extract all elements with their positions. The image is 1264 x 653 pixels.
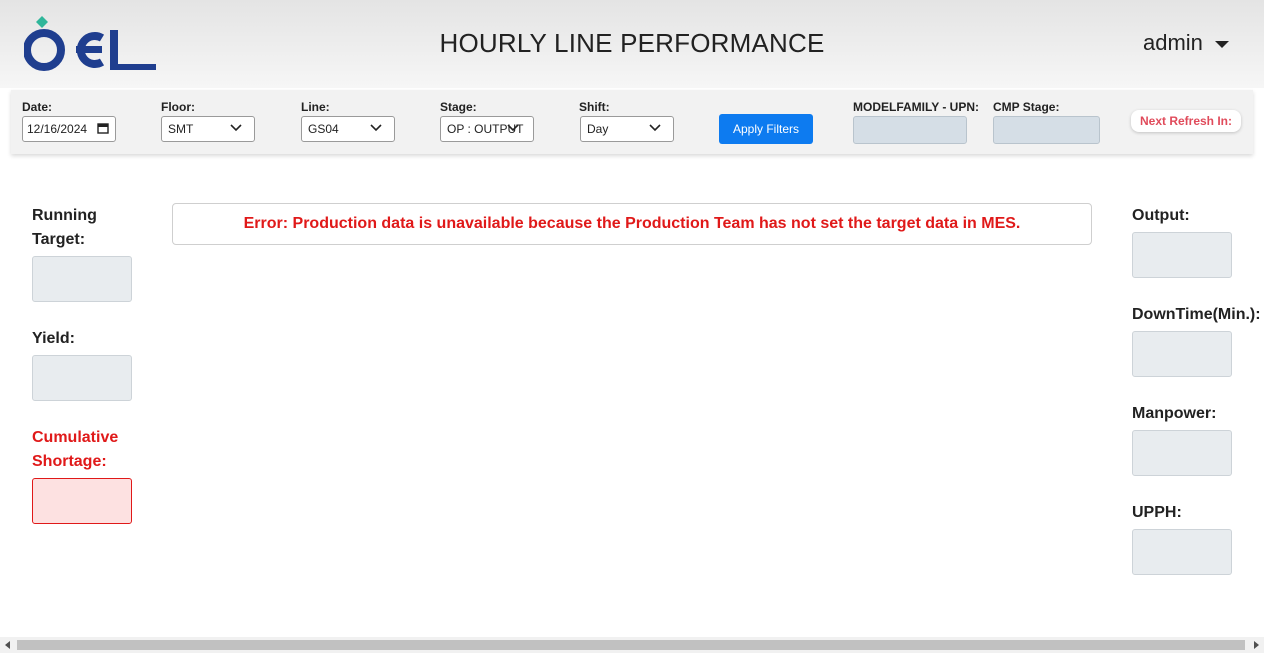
app-header: HOURLY LINE PERFORMANCE admin [0,0,1264,88]
line-select[interactable]: GS04 [301,116,395,142]
modelfamily-label: MODELFAMILY - UPN: [853,100,980,114]
shift-value: Day [587,122,609,136]
caret-down-icon [1214,40,1229,48]
scroll-left-icon[interactable] [5,641,10,649]
filter-bar: Date: 12/16/2024 Floor: SMT Line: GS04 S… [11,90,1253,154]
floor-label: Floor: [161,100,195,114]
date-label: Date: [22,100,53,114]
error-message: Error: Production data is unavailable be… [172,203,1092,245]
floor-value: SMT [168,122,194,136]
shift-label: Shift: [579,100,610,114]
cumulative-shortage-label: Cumulative Shortage: [32,429,119,470]
page-title: HOURLY LINE PERFORMANCE [439,28,825,58]
downtime-label: DownTime(Min.): [1132,306,1261,323]
running-target-label: Running Target: [32,207,97,248]
yield-value [32,355,132,401]
running-target-value [32,256,132,302]
refresh-timer-badge: Next Refresh In: [1131,110,1241,132]
manpower-value [1132,430,1232,476]
user-name: admin [1143,30,1203,55]
shift-select[interactable]: Day [580,116,674,142]
floor-select[interactable]: SMT [161,116,255,142]
scrollbar-thumb[interactable] [17,640,1245,650]
scroll-right-icon[interactable] [1254,641,1259,649]
cmp-stage-field [993,116,1100,144]
line-label: Line: [301,100,330,114]
output-value [1132,232,1232,278]
cmp-stage-label: CMP Stage: [993,100,1060,114]
date-input[interactable]: 12/16/2024 [22,116,116,142]
calendar-icon[interactable] [97,122,109,134]
chevron-down-icon [370,124,382,132]
yield-label: Yield: [32,330,75,347]
chevron-down-icon [507,124,519,132]
cumulative-shortage-value [32,478,132,524]
chevron-down-icon [649,124,661,132]
downtime-value [1132,331,1232,377]
upph-label: UPPH: [1132,504,1182,521]
apply-filters-button[interactable]: Apply Filters [719,114,813,144]
stage-label: Stage: [440,100,477,114]
date-value: 12/16/2024 [27,122,88,136]
horizontal-scrollbar[interactable] [0,637,1264,653]
line-value: GS04 [308,122,339,136]
modelfamily-field [853,116,967,144]
manpower-label: Manpower: [1132,405,1217,422]
output-label: Output: [1132,207,1190,224]
chevron-down-icon [230,124,242,132]
stage-select[interactable]: OP : OUTPUT [440,116,534,142]
user-menu[interactable]: admin [1143,30,1229,56]
upph-value [1132,529,1232,575]
